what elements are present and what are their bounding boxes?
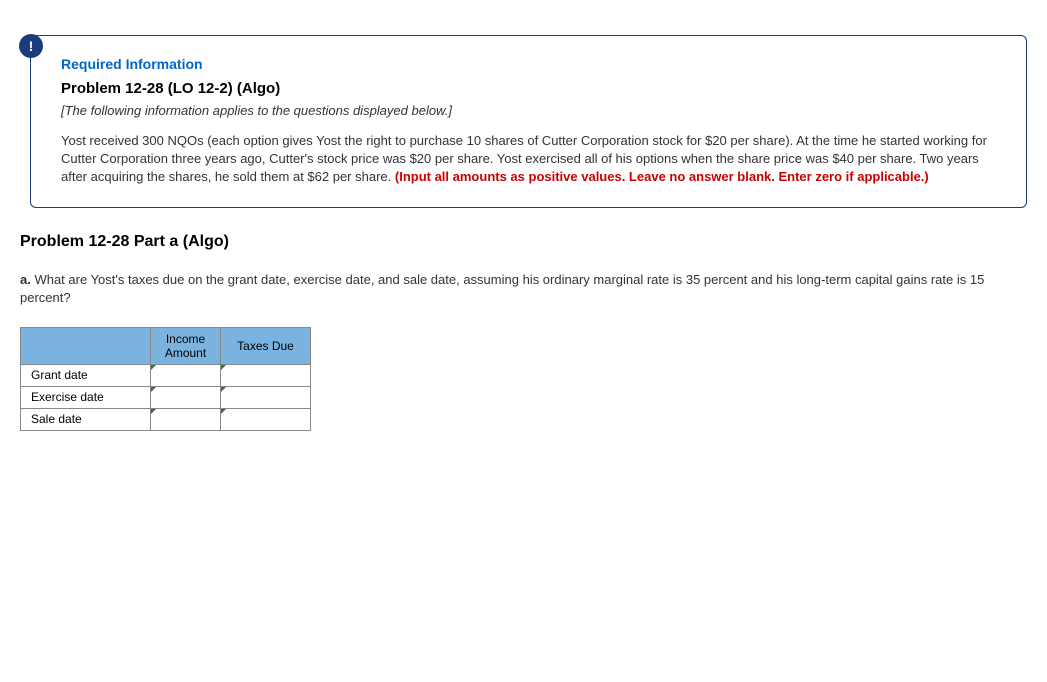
input-grant-taxes[interactable] (221, 365, 310, 386)
table-row: Grant date (21, 364, 311, 386)
cell-sale-taxes[interactable] (221, 408, 311, 430)
row-label-grant: Grant date (21, 364, 151, 386)
input-marker-icon (221, 387, 226, 392)
input-sale-taxes[interactable] (221, 409, 310, 430)
question-text: a. What are Yost's taxes due on the gran… (20, 271, 1027, 307)
required-info-section: ! Required Information Problem 12-28 (LO… (20, 35, 1027, 208)
cell-grant-taxes[interactable] (221, 364, 311, 386)
info-box: Required Information Problem 12-28 (LO 1… (30, 35, 1027, 208)
header-corner (21, 327, 151, 364)
input-instruction: (Input all amounts as positive values. L… (395, 169, 929, 184)
row-label-exercise: Exercise date (21, 386, 151, 408)
problem-title: Problem 12-28 (LO 12-2) (Algo) (61, 80, 1001, 97)
input-exercise-taxes[interactable] (221, 387, 310, 408)
applies-note: [The following information applies to th… (61, 103, 1001, 118)
alert-icon: ! (19, 34, 43, 58)
table-row: Exercise date (21, 386, 311, 408)
cell-exercise-income[interactable] (151, 386, 221, 408)
input-grant-income[interactable] (151, 365, 220, 386)
input-marker-icon (221, 409, 226, 414)
cell-sale-income[interactable] (151, 408, 221, 430)
header-taxes: Taxes Due (221, 327, 311, 364)
part-title: Problem 12-28 Part a (Algo) (20, 233, 1027, 251)
input-marker-icon (151, 387, 156, 392)
header-income: Income Amount (151, 327, 221, 364)
required-info-label: Required Information (61, 56, 1001, 72)
input-marker-icon (151, 365, 156, 370)
row-label-sale: Sale date (21, 408, 151, 430)
answer-table: Income Amount Taxes Due Grant date Exerc… (20, 327, 311, 431)
input-marker-icon (151, 409, 156, 414)
table-row: Sale date (21, 408, 311, 430)
input-marker-icon (221, 365, 226, 370)
input-sale-income[interactable] (151, 409, 220, 430)
cell-grant-income[interactable] (151, 364, 221, 386)
question-body: What are Yost's taxes due on the grant d… (20, 272, 984, 305)
question-prefix: a. (20, 272, 31, 287)
input-exercise-income[interactable] (151, 387, 220, 408)
problem-body: Yost received 300 NQOs (each option give… (61, 132, 1001, 187)
cell-exercise-taxes[interactable] (221, 386, 311, 408)
